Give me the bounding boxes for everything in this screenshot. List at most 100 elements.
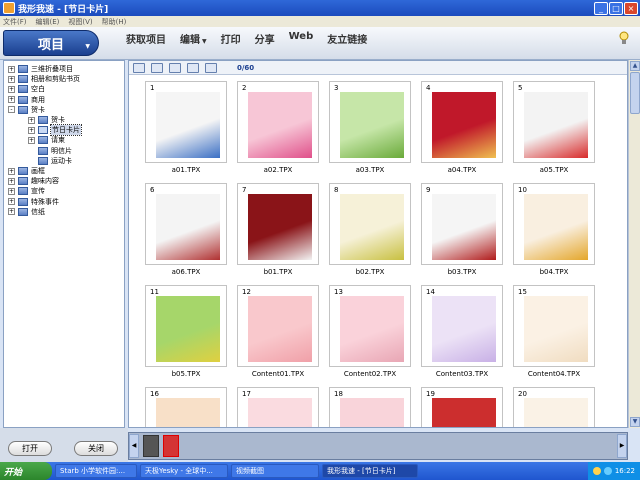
expand-icon[interactable]: + [28, 136, 35, 144]
tray-right-icon[interactable]: ▶ [617, 434, 627, 458]
tray-thumb[interactable] [163, 435, 179, 457]
menu-help[interactable]: 帮助(H) [102, 17, 127, 27]
expand-icon[interactable]: + [8, 208, 15, 216]
tree-item-label: 贺卡 [31, 105, 45, 114]
tree-item[interactable]: + 三维折叠项目 [8, 64, 73, 74]
tree-item[interactable]: + 特殊事件 [8, 197, 59, 207]
maximize-button[interactable]: □ [609, 1, 623, 15]
tree-item[interactable]: 明信片 [28, 146, 72, 156]
expand-icon[interactable]: + [8, 65, 15, 73]
start-button[interactable]: 开始 [0, 462, 52, 480]
tree-item[interactable]: + 信纸 [8, 207, 45, 217]
template-card[interactable]: 11 [145, 285, 227, 367]
open-folder-icon[interactable] [151, 62, 163, 73]
taskbar-item[interactable]: 视频截图 [231, 464, 319, 478]
tree-item[interactable]: + 商用 [8, 95, 45, 105]
tree-item[interactable]: + 宣传 [8, 186, 45, 196]
template-card[interactable]: 10 [513, 183, 595, 265]
project-button[interactable]: 项目 ▼ [3, 30, 99, 56]
template-card[interactable]: 20 [513, 387, 595, 427]
expand-icon[interactable]: + [8, 167, 15, 175]
folder-icon [18, 95, 28, 104]
collapse-icon[interactable]: - [8, 106, 15, 114]
category-tree: + 三维折叠项目 + 相册和剪贴书页 + 空白 + 商用 - 贺卡 + 贺卡 + 节日卡片 + 请柬 明信片 运动… [3, 60, 125, 428]
expand-icon[interactable]: + [8, 177, 15, 185]
sort-icon[interactable] [169, 62, 181, 73]
menu-edit[interactable]: 编辑(E) [36, 17, 60, 27]
minimize-button[interactable]: _ [594, 1, 608, 15]
tree-item-label: 宣传 [31, 187, 45, 196]
lightbulb-icon[interactable] [618, 31, 630, 45]
tray-icon[interactable] [603, 467, 612, 475]
template-number: 1 [150, 84, 155, 92]
tree-item[interactable]: + 相册和剪贴书页 [8, 74, 80, 84]
menu-view[interactable]: 视图(V) [68, 17, 92, 27]
tree-item[interactable]: + 趣味内容 [8, 176, 59, 186]
nav-web[interactable]: Web [289, 31, 314, 46]
expand-icon[interactable]: + [8, 198, 15, 206]
folder-icon [38, 146, 48, 155]
template-card[interactable]: 8 [329, 183, 411, 265]
expand-icon[interactable]: + [8, 96, 15, 104]
close-button[interactable]: 关闭 [74, 441, 118, 456]
template-card[interactable]: 9 [421, 183, 503, 265]
template-thumbnail [524, 398, 588, 427]
menu-file[interactable]: 文件(F) [3, 17, 27, 27]
template-card[interactable]: 13 [329, 285, 411, 367]
template-thumbnail [156, 92, 220, 158]
template-card[interactable]: 7 [237, 183, 319, 265]
template-card[interactable]: 19 [421, 387, 503, 427]
nav-share[interactable]: 分享 [255, 31, 275, 46]
template-card[interactable]: 15 [513, 285, 595, 367]
tree-item-label: 特殊事件 [31, 197, 59, 206]
tree-item[interactable]: + 节日卡片 [28, 124, 82, 137]
template-card[interactable]: 12 [237, 285, 319, 367]
nav-print[interactable]: 打印 [221, 31, 241, 46]
chevron-down-icon: ▼ [85, 43, 90, 50]
template-card[interactable]: 4 [421, 81, 503, 163]
expand-icon[interactable]: + [28, 116, 35, 124]
scroll-down-icon[interactable]: ▼ [630, 417, 640, 427]
tree-item-label: 信纸 [31, 207, 45, 216]
template-card[interactable]: 17 [237, 387, 319, 427]
template-card[interactable]: 5 [513, 81, 595, 163]
nav-edit[interactable]: 编辑 ▼ [180, 31, 207, 46]
tree-item[interactable]: + 画框 [8, 166, 45, 176]
taskbar-item-active[interactable]: 我形我速 - [节日卡片] [322, 464, 418, 478]
expand-icon[interactable]: + [8, 75, 15, 83]
template-number: 17 [242, 390, 251, 398]
taskbar-item[interactable]: 天极Yesky - 全球中... [140, 464, 228, 478]
nav-get-project[interactable]: 获取项目 [126, 31, 166, 46]
tray-thumb[interactable] [143, 435, 159, 457]
expand-icon[interactable]: + [8, 187, 15, 195]
grid-view-icon[interactable] [187, 62, 199, 73]
tray-icon[interactable] [592, 467, 601, 475]
scroll-up-icon[interactable]: ▲ [630, 61, 640, 71]
tree-item[interactable]: + 贺卡 [28, 115, 65, 125]
open-button[interactable]: 打开 [8, 441, 52, 456]
view-list-icon[interactable] [133, 62, 145, 73]
tree-item[interactable]: + 请柬 [28, 135, 65, 145]
nav-ulead-links[interactable]: 友立链接 [327, 31, 367, 46]
settings-icon[interactable] [205, 62, 217, 73]
taskbar-item[interactable]: Starb 小学软件园:... [55, 464, 137, 478]
vertical-scrollbar[interactable]: ▲ ▼ [628, 60, 640, 428]
expand-icon[interactable]: + [8, 85, 15, 93]
template-filename: b04.TPX [539, 268, 569, 276]
expand-icon[interactable]: + [28, 126, 35, 134]
close-window-button[interactable]: × [624, 1, 638, 15]
template-card[interactable]: 16 [145, 387, 227, 427]
template-card[interactable]: 18 [329, 387, 411, 427]
tree-item[interactable]: 运动卡 [28, 156, 72, 166]
template-card[interactable]: 14 [421, 285, 503, 367]
template-card[interactable]: 6 [145, 183, 227, 265]
clock: 16:22 [614, 467, 635, 475]
template-card[interactable]: 3 [329, 81, 411, 163]
tree-item[interactable]: - 贺卡 [8, 105, 45, 115]
scroll-thumb[interactable] [630, 72, 640, 114]
template-card[interactable]: 2 [237, 81, 319, 163]
tree-item[interactable]: + 空白 [8, 84, 45, 94]
tray-left-icon[interactable]: ◀ [129, 434, 139, 458]
template-card[interactable]: 1 [145, 81, 227, 163]
template-number: 5 [518, 84, 523, 92]
